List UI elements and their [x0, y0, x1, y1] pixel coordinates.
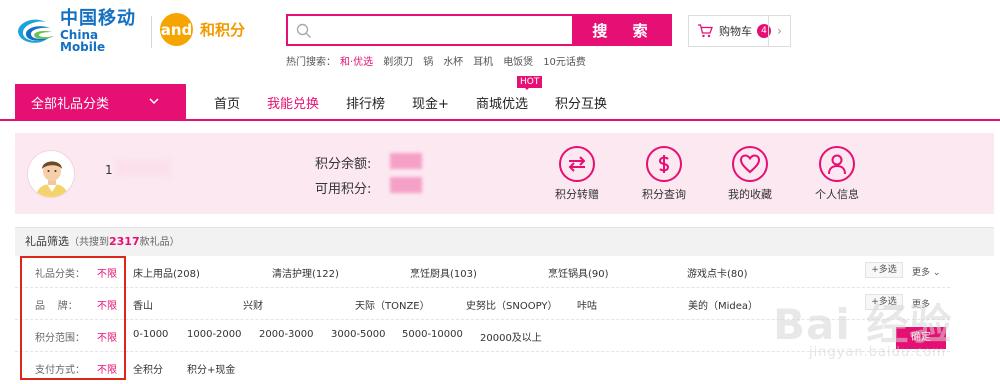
confirm-button[interactable]: 确定	[896, 327, 946, 349]
filter-option[interactable]: 烹饪锅具(90)	[548, 265, 609, 280]
user-panel: 1 积分余额: 可用积分: 积分转赠 积分查询 我的收藏 个人信息	[15, 133, 994, 214]
filter-row-brand: 品 牌： 不限 香山 兴财 天际（TONZE） 史努比（SNOOPY） 咔咕 美…	[15, 288, 950, 320]
filter-option[interactable]: 1000-2000	[187, 329, 242, 340]
search-bar: 搜 索	[286, 14, 672, 46]
points-available-mask	[390, 177, 422, 193]
hot-search-item[interactable]: 耳机	[473, 57, 493, 68]
filter-option[interactable]: 香山	[133, 297, 153, 312]
search-input[interactable]	[288, 16, 572, 44]
points-available-label: 可用积分:	[315, 182, 372, 197]
user-avatar-icon	[36, 161, 68, 197]
logo-divider	[151, 16, 152, 48]
points-transfer-label: 积分转赠	[555, 188, 599, 201]
user-phone: 1	[105, 163, 113, 177]
points-summary: 积分余额: 可用积分:	[315, 152, 371, 202]
more-button[interactable]: 更多	[912, 297, 930, 310]
transfer-icon	[559, 146, 595, 182]
heart-icon	[732, 146, 768, 182]
china-mobile-logo[interactable]: 中国移动 China Mobile	[14, 7, 144, 55]
brand-name-cn: 中国移动	[60, 7, 136, 29]
filter-option[interactable]: 全积分	[133, 361, 163, 376]
search-button[interactable]: 搜 索	[572, 16, 670, 44]
nav-item-home[interactable]: 首页	[214, 93, 240, 112]
profile-label: 个人信息	[815, 188, 859, 201]
nav-item-ranking[interactable]: 排行榜	[346, 93, 385, 112]
cart-button[interactable]: 购物车 4 ›	[688, 15, 791, 47]
filter-option[interactable]: 2000-3000	[259, 329, 314, 340]
hot-search-list: 热门搜索： 和·优选 剃须刀锅水杯 耳机 电饭煲 10元话费	[286, 53, 596, 68]
cart-label: 购物车	[719, 25, 752, 38]
filter-option[interactable]: 积分+现金	[187, 361, 235, 376]
brand-name-en: China Mobile	[60, 27, 106, 55]
filter-option[interactable]: 床上用品(208)	[133, 265, 200, 280]
hot-search-item[interactable]: 和·优选	[340, 57, 373, 68]
filter-option[interactable]: 美的（Midea）	[688, 297, 758, 312]
filter-option[interactable]: 0-1000	[133, 329, 168, 340]
nav-item-can-redeem[interactable]: 我能兑换	[267, 93, 319, 112]
chevron-down-icon: ⌄	[932, 268, 941, 278]
hot-search-item[interactable]: 水杯	[443, 57, 463, 68]
all-categories-label: 全部礼品分类	[31, 96, 110, 112]
more-label: 更多	[912, 268, 931, 278]
dollar-icon	[646, 146, 682, 182]
favorites-label: 我的收藏	[728, 188, 772, 201]
search-icon	[296, 23, 311, 38]
multi-select-button[interactable]: +多选	[865, 262, 903, 278]
points-transfer-button[interactable]: 积分转赠	[537, 146, 617, 202]
nav-divider	[0, 119, 1000, 121]
filter-option[interactable]: 20000及以上	[480, 329, 542, 344]
more-button[interactable]: 更多 ⌄	[912, 265, 940, 278]
nav-item-mall-picks[interactable]: 商城优选	[476, 93, 528, 112]
user-icon	[819, 146, 855, 182]
points-query-label: 积分查询	[642, 188, 686, 201]
filter-header: 礼品筛选（共搜到2317款礼品）	[15, 227, 994, 256]
main-nav: 首页 我能兑换 排行榜 现金+ 商城优选 积分互换	[214, 84, 634, 120]
filter-row-category: 礼品分类： 不限 床上用品(208) 清洁护理(122) 烹饪厨具(103) 烹…	[15, 256, 950, 288]
filter-option[interactable]: 游戏点卡(80)	[687, 265, 748, 280]
points-query-button[interactable]: 积分查询	[624, 146, 704, 202]
nav-item-points-exchange[interactable]: 积分互换	[555, 93, 607, 112]
china-mobile-logo-icon	[14, 14, 56, 50]
hot-search-item[interactable]: 剃须刀	[383, 57, 413, 68]
avatar[interactable]	[27, 150, 75, 198]
filter-option[interactable]: 烹饪厨具(103)	[410, 265, 477, 280]
filter-option[interactable]: 3000-5000	[331, 329, 386, 340]
filter-title: 礼品筛选	[25, 235, 69, 248]
hot-search-item[interactable]: 10元话费	[543, 57, 586, 68]
nav-item-cash-plus[interactable]: 现金+	[412, 93, 449, 112]
points-balance-mask	[390, 153, 422, 169]
highlight-box	[20, 256, 126, 380]
filter-option[interactable]: 兴财	[243, 297, 263, 312]
filter-option[interactable]: 天际（TONZE）	[355, 297, 430, 312]
points-balance-label: 积分余额:	[315, 157, 372, 172]
filter-row-payment: 支付方式： 不限 全积分 积分+现金	[15, 352, 950, 384]
filter-option[interactable]: 5000-10000	[402, 329, 463, 340]
filter-option[interactable]: 清洁护理(122)	[272, 265, 339, 280]
filter-row-points-range: 积分范围： 不限 0-1000 1000-2000 2000-3000 3000…	[15, 320, 950, 352]
profile-button[interactable]: 个人信息	[797, 146, 877, 202]
hot-badge: HOT	[517, 76, 543, 90]
hejifen-logo-icon: and	[160, 13, 193, 46]
all-categories-menu[interactable]: 全部礼品分类	[15, 84, 186, 120]
hejifen-logo[interactable]: and 和积分	[160, 13, 245, 46]
chevron-down-icon	[149, 98, 159, 105]
hot-search-item[interactable]: 锅	[423, 57, 433, 68]
cart-icon	[698, 24, 713, 38]
chevron-right-icon[interactable]: ›	[768, 16, 790, 46]
phone-mask	[116, 159, 171, 177]
filter-option[interactable]: 咔咕	[577, 297, 597, 312]
multi-select-button[interactable]: +多选	[865, 294, 903, 310]
filter-count-prefix: （共搜到	[69, 237, 109, 248]
hot-search-label: 热门搜索：	[286, 57, 336, 68]
favorites-button[interactable]: 我的收藏	[710, 146, 790, 202]
hot-search-item[interactable]: 电饭煲	[503, 57, 533, 68]
hejifen-logo-text: 和积分	[200, 21, 246, 39]
filter-count: 2317	[109, 235, 140, 248]
filter-option[interactable]: 史努比（SNOOPY）	[466, 297, 558, 312]
filter-count-suffix: 款礼品）	[139, 237, 180, 248]
